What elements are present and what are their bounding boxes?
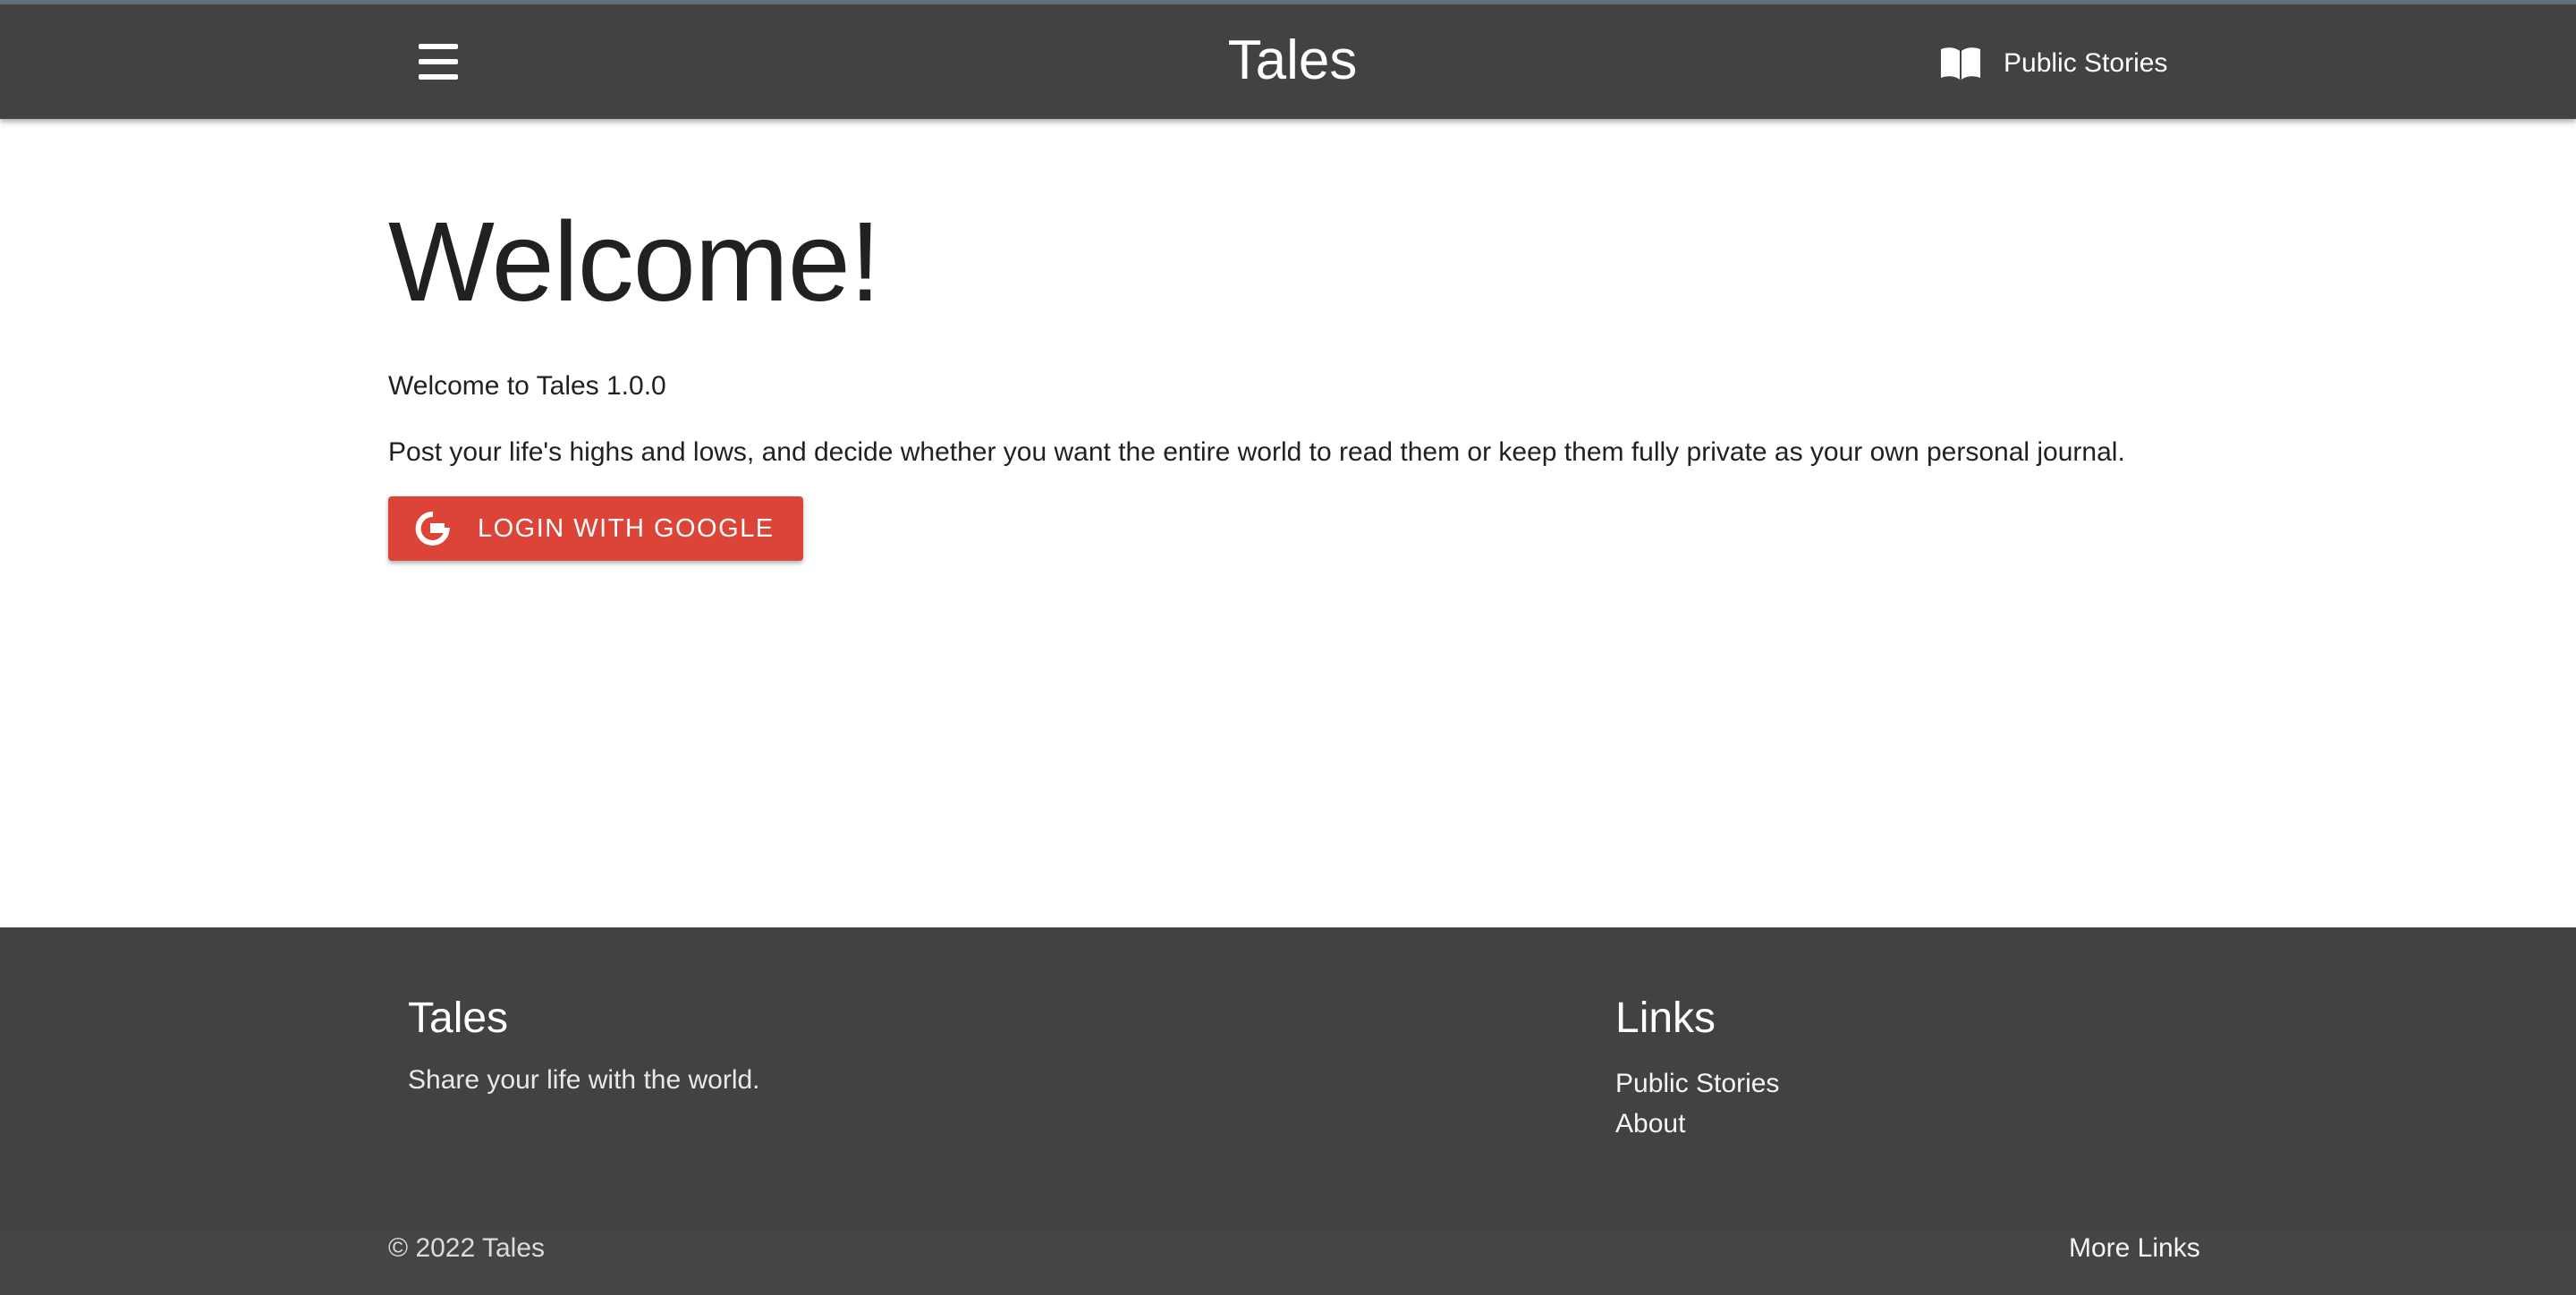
footer-link-about[interactable]: About (1615, 1109, 1685, 1138)
footer-brand-title: Tales (408, 995, 509, 1042)
top-navbar: Tales Public Stories (0, 4, 2576, 119)
login-button-label: LOGIN WITH GOOGLE (478, 513, 775, 543)
footer-about-section: Tales Share your life with the world. (408, 992, 760, 1097)
footer-links-list: Public Stories About (1615, 1063, 1779, 1144)
footer-link-item: About (1615, 1104, 1779, 1144)
copyright-text: © 2022 Tales (388, 1233, 546, 1263)
login-with-google-button[interactable]: LOGIN WITH GOOGLE (388, 496, 803, 561)
more-links-link[interactable]: More Links (2069, 1230, 2200, 1267)
open-book-icon (1941, 47, 1980, 80)
hamburger-menu-icon[interactable] (419, 44, 458, 80)
description-text: Post your life's highs and lows, and dec… (388, 437, 2125, 467)
google-g-icon (415, 511, 450, 546)
footer-links-title: Links (1615, 995, 1716, 1042)
nav-public-stories-label: Public Stories (2004, 48, 2168, 78)
footer-link-public-stories[interactable]: Public Stories (1615, 1069, 1779, 1098)
footer-copyright-bar: © 2022 Tales More Links (0, 1230, 2576, 1295)
brand-logo[interactable]: Tales (1163, 30, 1422, 92)
footer-link-item: Public Stories (1615, 1063, 1779, 1104)
nav-public-stories-link[interactable]: Public Stories (1939, 38, 2167, 89)
page-footer: Tales Share your life with the world. Li… (0, 927, 2576, 1295)
footer-links-section: Links Public Stories About (1615, 992, 1779, 1144)
page-title: Welcome! (388, 199, 881, 325)
main-content: Welcome! Welcome to Tales 1.0.0 Post you… (388, 119, 2195, 561)
version-text: Welcome to Tales 1.0.0 (388, 371, 666, 401)
footer-tagline: Share your life with the world. (408, 1065, 760, 1095)
